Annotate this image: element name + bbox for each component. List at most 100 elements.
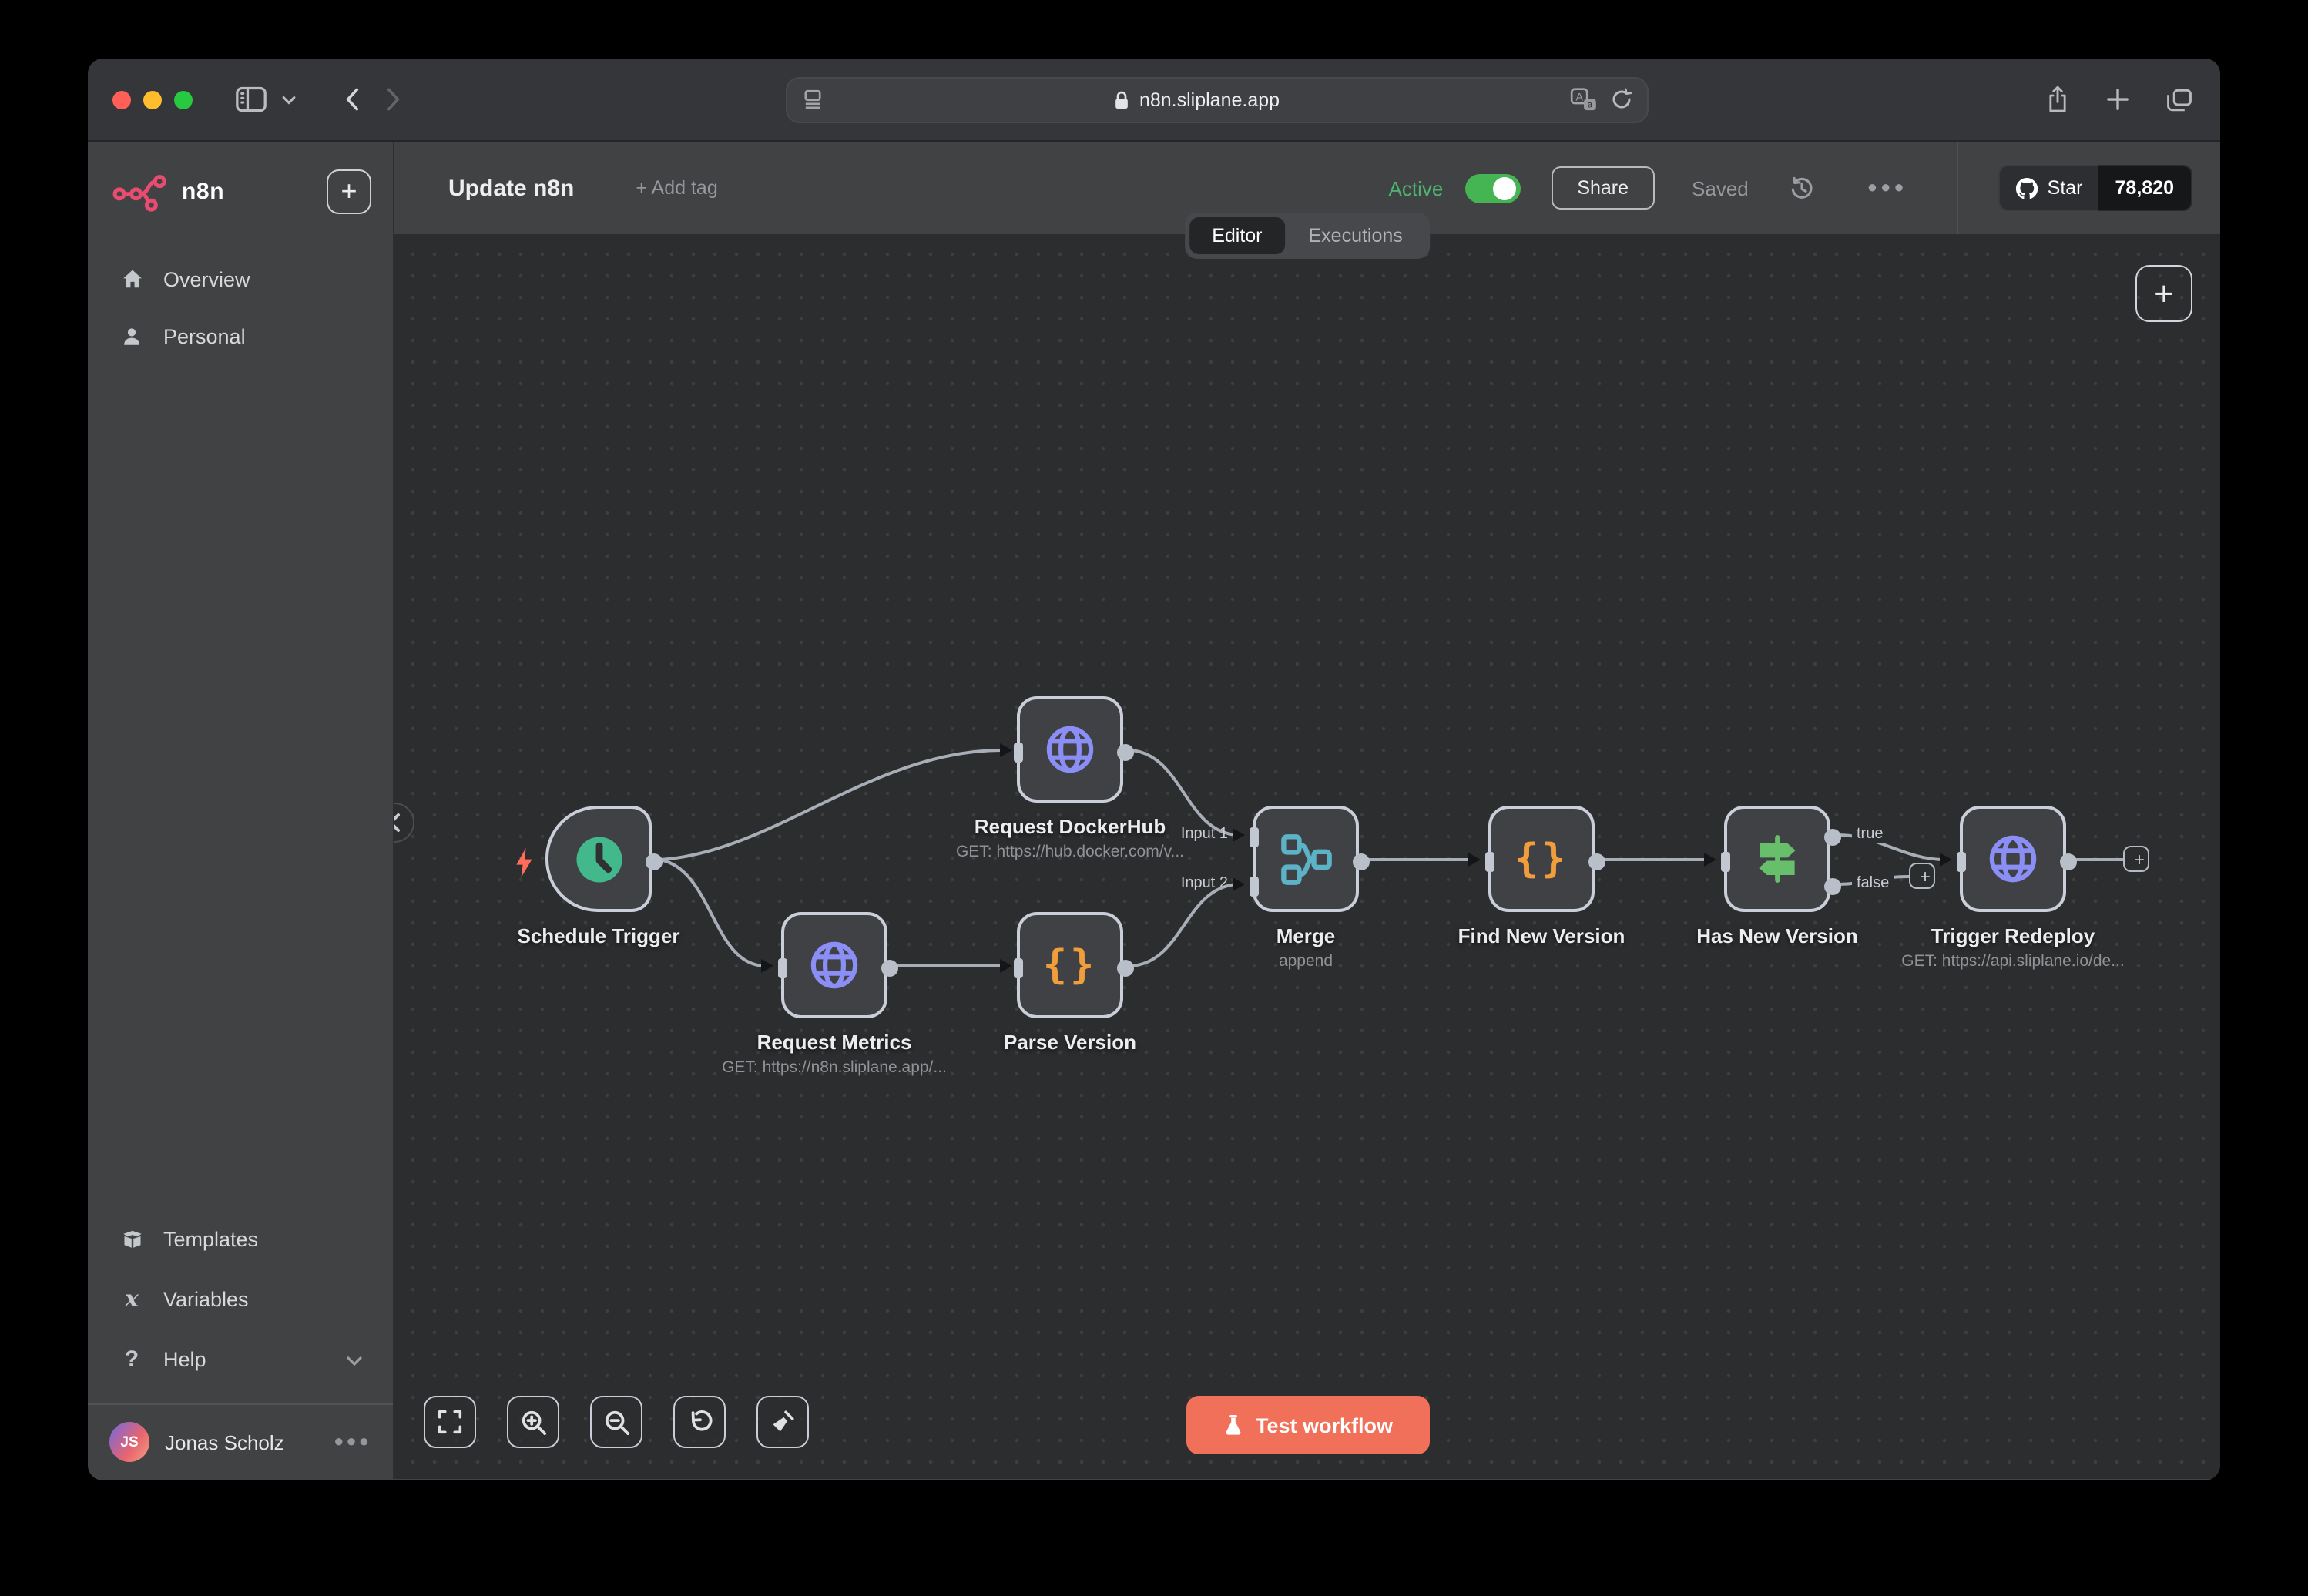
toggle-knob	[1493, 176, 1516, 200]
output-port[interactable]	[881, 960, 898, 977]
node-trigger-redeploy[interactable]: Trigger Redeploy GET: https://api.slipla…	[1960, 806, 2066, 912]
translate-icon[interactable]: Aa	[1570, 88, 1598, 111]
new-tab-button[interactable]	[2103, 85, 2132, 114]
node-subtitle: append	[1121, 952, 1491, 971]
sidebar-item-personal[interactable]: Personal	[100, 310, 381, 364]
sidebar-item-templates[interactable]: Templates	[100, 1212, 381, 1266]
sidebar-toggle-button[interactable]	[233, 83, 270, 116]
share-page-button[interactable]	[2043, 82, 2072, 117]
add-node-button[interactable]: +	[2135, 265, 2192, 322]
node-parse-version[interactable]: {} Parse Version	[1017, 912, 1123, 1018]
reload-icon[interactable]	[1610, 88, 1633, 111]
clock-icon	[569, 830, 628, 888]
node-schedule-trigger[interactable]: Schedule Trigger	[545, 806, 652, 912]
more-options-button[interactable]: ●●●	[1858, 177, 1917, 199]
output-port[interactable]	[1117, 744, 1134, 761]
node-body[interactable]	[1253, 806, 1359, 912]
zoom-out-icon	[603, 1409, 629, 1435]
broom-icon	[770, 1410, 795, 1434]
braces-icon: {}	[1043, 945, 1098, 985]
fit-view-button[interactable]	[424, 1396, 476, 1448]
input-port-1[interactable]	[1250, 827, 1259, 847]
avatar: JS	[109, 1422, 149, 1462]
workflow-title[interactable]: Update n8n	[448, 175, 574, 201]
active-toggle[interactable]	[1464, 173, 1520, 203]
node-body[interactable]	[545, 806, 652, 912]
address-bar[interactable]: n8n.sliplane.app Aa	[786, 76, 1649, 122]
close-window-button[interactable]	[112, 90, 131, 109]
output-port-false[interactable]	[1824, 878, 1841, 895]
github-star-button[interactable]: Star	[1998, 165, 2098, 211]
input-port[interactable]	[1721, 852, 1730, 872]
chevron-back-icon	[345, 88, 359, 111]
node-body[interactable]	[1724, 806, 1830, 912]
view-tabs: Editor Executions	[1184, 213, 1431, 259]
input-port[interactable]	[1485, 852, 1494, 872]
sidebar-menu-bottom: Templates x Variables ? Help	[88, 1212, 393, 1388]
github-star-widget[interactable]: Star 78,820	[1998, 165, 2192, 211]
output-port-true[interactable]	[1824, 829, 1841, 846]
input-port[interactable]	[778, 958, 787, 978]
add-tag-button[interactable]: + Add tag	[636, 177, 717, 199]
back-button[interactable]	[342, 85, 362, 114]
node-body[interactable]: {}	[1017, 912, 1123, 1018]
sidebar-item-overview[interactable]: Overview	[100, 251, 381, 307]
chrome-right-actions	[2043, 82, 2196, 117]
node-label: Parse Version	[893, 1031, 1247, 1054]
add-node-after-redeploy-button[interactable]: +	[2123, 846, 2149, 872]
sidebar-chevron-button[interactable]	[279, 92, 299, 107]
input-port[interactable]	[1014, 958, 1023, 978]
node-body[interactable]	[1960, 806, 2066, 912]
reader-icon[interactable]	[801, 88, 824, 111]
output-port[interactable]	[1588, 853, 1605, 870]
zoom-out-button[interactable]	[590, 1396, 642, 1448]
add-workflow-button[interactable]: +	[327, 169, 371, 214]
output-port[interactable]	[2060, 853, 2077, 870]
tidy-up-button[interactable]	[756, 1396, 809, 1448]
workflow-canvas[interactable]: Input 1 Input 2 true false Schedule Trig…	[394, 234, 2220, 1479]
merge-icon	[1278, 831, 1333, 887]
plus-icon	[2106, 88, 2129, 111]
sidebar-item-variables[interactable]: x Variables	[100, 1269, 381, 1328]
fit-view-icon	[438, 1410, 462, 1434]
workflow-history-button[interactable]	[1780, 173, 1824, 203]
node-find-new-version[interactable]: {} Find New Version	[1488, 806, 1595, 912]
node-body[interactable]	[1017, 696, 1123, 803]
input-port-2[interactable]	[1250, 877, 1259, 897]
svg-text:a: a	[1588, 100, 1593, 110]
minimize-window-button[interactable]	[143, 90, 162, 109]
reset-zoom-button[interactable]	[673, 1396, 726, 1448]
lock-icon	[1115, 89, 1130, 110]
zoom-in-button[interactable]	[507, 1396, 559, 1448]
share-workflow-button[interactable]: Share	[1551, 166, 1655, 210]
node-request-metrics[interactable]: Request Metrics GET: https://n8n.sliplan…	[781, 912, 887, 1018]
url-text-wrap: n8n.sliplane.app	[837, 89, 1558, 110]
trigger-bolt-icon	[513, 846, 535, 887]
user-name: Jonas Scholz	[165, 1430, 318, 1454]
node-has-new-version[interactable]: Has New Version	[1724, 806, 1830, 912]
sidebar-item-help[interactable]: ? Help	[100, 1331, 381, 1388]
question-mark-icon: ?	[119, 1346, 145, 1373]
tab-editor[interactable]: Editor	[1189, 217, 1285, 254]
forward-button[interactable]	[384, 85, 404, 114]
braces-icon: {}	[1515, 839, 1569, 879]
input-port[interactable]	[1014, 743, 1023, 763]
tab-overview-button[interactable]	[2163, 84, 2196, 115]
input-port[interactable]	[1957, 852, 1966, 872]
output-port[interactable]	[646, 853, 663, 870]
output-port[interactable]	[1353, 853, 1370, 870]
node-body[interactable]: {}	[1488, 806, 1595, 912]
test-workflow-button[interactable]: Test workflow	[1186, 1396, 1430, 1454]
node-merge[interactable]: Merge append	[1253, 806, 1359, 912]
node-body[interactable]	[781, 912, 887, 1018]
tab-executions[interactable]: Executions	[1286, 217, 1426, 254]
node-request-dockerhub[interactable]: Request DockerHub GET: https://hub.docke…	[1017, 696, 1123, 803]
maximize-window-button[interactable]	[174, 90, 193, 109]
sidebar-item-label: Help	[163, 1348, 206, 1371]
user-menu-button[interactable]: ●●●	[334, 1433, 371, 1451]
variable-x-icon: x	[119, 1285, 145, 1313]
add-node-false-branch-button[interactable]: +	[1909, 863, 1935, 889]
user-footer[interactable]: JS Jonas Scholz ●●●	[88, 1403, 393, 1479]
node-label: Trigger Redeploy	[1836, 924, 2190, 947]
star-count[interactable]: 78,820	[2098, 165, 2192, 211]
